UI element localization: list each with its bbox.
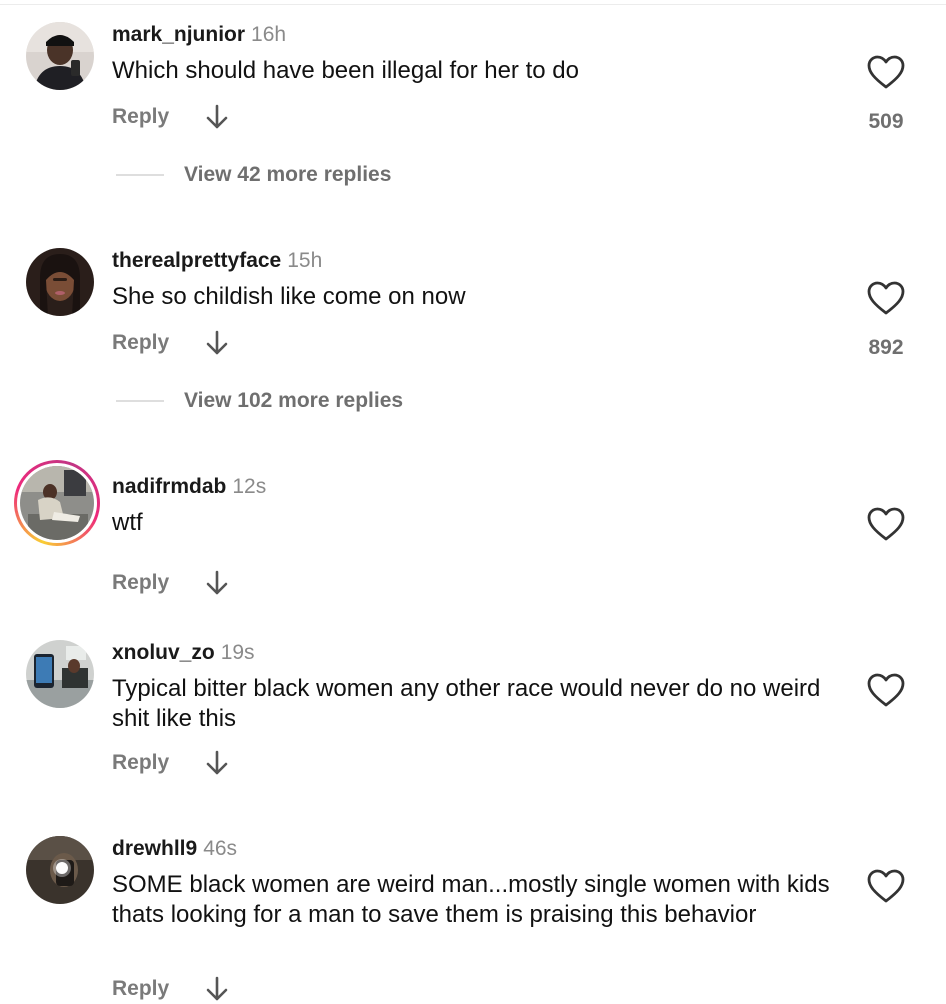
- heart-outline-icon[interactable]: [866, 868, 906, 904]
- like-count: 509: [868, 110, 904, 133]
- reply-button[interactable]: Reply: [112, 751, 204, 775]
- avatar[interactable]: [26, 248, 94, 316]
- reply-button[interactable]: Reply: [112, 105, 204, 129]
- reply-row: Reply: [112, 102, 230, 132]
- comment-meta: nadifrmdab 12s: [112, 474, 266, 500]
- comment-meta: mark_njunior 16h: [112, 22, 286, 48]
- comment-meta: xnoluv_zo 19s: [112, 640, 255, 666]
- reply-row: Reply: [112, 748, 230, 778]
- username[interactable]: drewhll9: [112, 837, 197, 860]
- comment-item: drewhll9 46s SOME black women are weird m…: [0, 836, 946, 1003]
- timestamp: 46s: [203, 837, 238, 860]
- comment-text: wtf: [112, 509, 143, 536]
- avatar[interactable]: [26, 836, 94, 904]
- view-replies-button[interactable]: View 42 more replies: [116, 160, 391, 190]
- timestamp: 16h: [251, 23, 287, 46]
- heart-outline-icon[interactable]: [866, 672, 906, 708]
- comment-item: nadifrmdab 12s wtf Reply: [0, 460, 946, 604]
- view-replies-label: View 42 more replies: [184, 163, 392, 186]
- username[interactable]: xnoluv_zo: [112, 641, 215, 664]
- avatar-photo-icon: [26, 22, 94, 90]
- comment-item: mark_njunior 16h Which should have been i…: [0, 22, 946, 222]
- view-replies-button[interactable]: View 102 more replies: [116, 386, 403, 416]
- story-ring[interactable]: [14, 460, 100, 546]
- username[interactable]: mark_njunior: [112, 23, 245, 46]
- top-divider: [0, 0, 946, 5]
- heart-outline-icon[interactable]: [866, 280, 906, 316]
- arrow-down-icon[interactable]: [204, 975, 230, 1003]
- username[interactable]: nadifrmdab: [112, 475, 226, 498]
- arrow-down-icon[interactable]: [204, 569, 230, 597]
- divider: [116, 174, 164, 176]
- avatar-photo-icon: [20, 466, 94, 540]
- timestamp: 12s: [232, 475, 267, 498]
- reply-button[interactable]: Reply: [112, 977, 204, 1001]
- like-count: 892: [868, 336, 904, 359]
- avatar[interactable]: [20, 466, 94, 540]
- avatar-photo-icon: [26, 248, 94, 316]
- arrow-down-icon[interactable]: [204, 749, 230, 777]
- timestamp: 19s: [220, 641, 255, 664]
- avatar-photo-icon: [26, 836, 94, 904]
- username[interactable]: therealprettyface: [112, 249, 281, 272]
- heart-outline-icon[interactable]: [866, 54, 906, 90]
- comment-item: xnoluv_zo 19s Typical bitter black women …: [0, 640, 946, 790]
- view-replies-label: View 102 more replies: [184, 389, 404, 412]
- timestamp: 15h: [287, 249, 323, 272]
- reply-button[interactable]: Reply: [112, 331, 204, 355]
- comment-text: SOME black women are weird man...mostly …: [112, 871, 830, 928]
- comment-meta: drewhll9 46s: [112, 836, 237, 862]
- reply-row: Reply: [112, 328, 230, 358]
- comment-text: Typical bitter black women any other rac…: [112, 675, 821, 732]
- comment-text: Which should have been illegal for her t…: [112, 57, 579, 84]
- divider: [116, 400, 164, 402]
- avatar[interactable]: [26, 640, 94, 708]
- arrow-down-icon[interactable]: [204, 329, 230, 357]
- comment-text: She so childish like come on now: [112, 283, 466, 310]
- reply-button[interactable]: Reply: [112, 571, 204, 595]
- heart-outline-icon[interactable]: [866, 506, 906, 542]
- arrow-down-icon[interactable]: [204, 103, 230, 131]
- comment-meta: therealprettyface 15h: [112, 248, 322, 274]
- avatar-photo-icon: [26, 640, 94, 708]
- comment-item: therealprettyface 15h She so childish lik…: [0, 248, 946, 448]
- avatar[interactable]: [26, 22, 94, 90]
- reply-row: Reply: [112, 568, 230, 598]
